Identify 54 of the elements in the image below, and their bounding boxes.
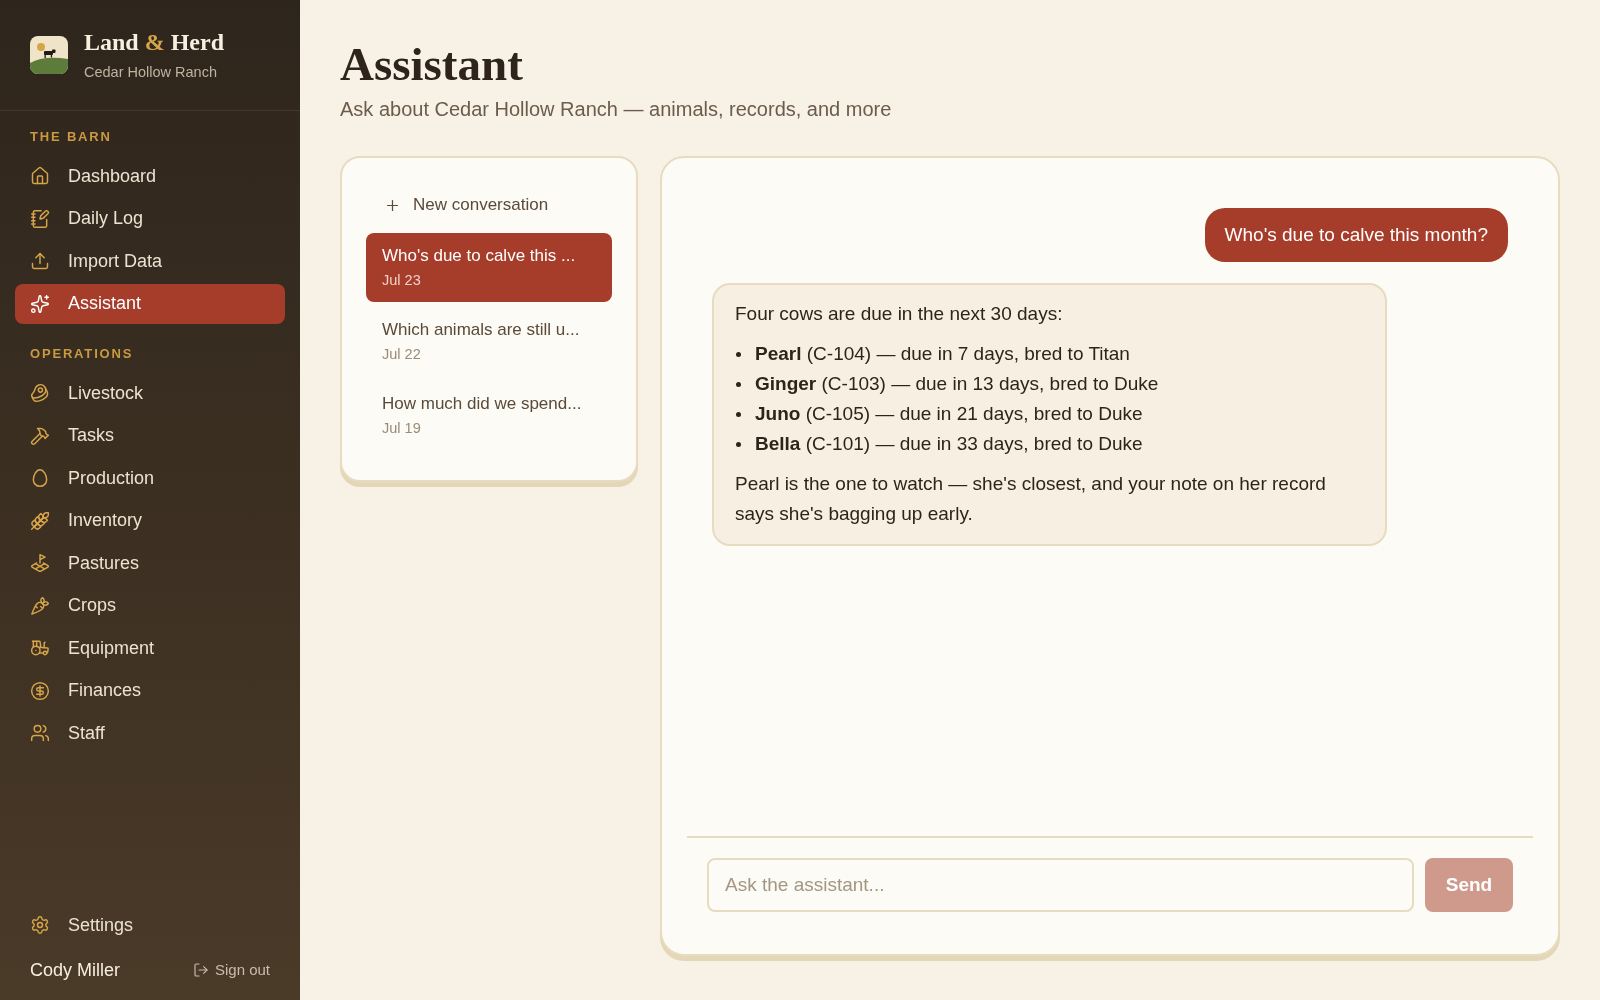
page-subtitle: Ask about Cedar Hollow Ranch — animals, records, and more	[340, 97, 893, 122]
sidebar-item[interactable]: Production	[15, 458, 285, 498]
brand-subtitle: Cedar Hollow Ranch	[84, 63, 218, 82]
conversation-item[interactable]: Who's due to calve this ... Jul 23	[366, 233, 612, 302]
hammer-icon	[30, 425, 50, 446]
message-text: Pearl is the one to watch — she's closest, and your note on her record says she's bagging up early.	[735, 472, 1327, 526]
bullet-icon	[736, 381, 741, 387]
sidebar-item[interactable]: Tasks	[15, 415, 285, 456]
sidebar-item[interactable]: Inventory	[15, 500, 285, 541]
carrot-icon	[30, 595, 50, 616]
sidebar-item[interactable]: Dashboard	[15, 156, 285, 196]
conversation-item[interactable]: Which animals are still u... Jul 22	[366, 307, 612, 376]
user-message-bubble: Who's due to calve this month?	[1204, 208, 1508, 262]
conversation-item[interactable]: How much did we spend... Jul 19	[366, 381, 612, 450]
dollar-coin-icon	[30, 680, 50, 701]
cow-landscape-icon	[30, 36, 68, 74]
bullet-text: Ginger (C-103) — due in 13 days, bred to Duke	[755, 372, 1159, 396]
sparkles-icon	[30, 293, 50, 314]
bullet-icon	[736, 441, 741, 447]
sidebar-item[interactable]: Assistant	[15, 283, 285, 324]
sign-out-icon	[192, 962, 209, 978]
brand-name: Land & Herd	[84, 28, 225, 56]
house-icon	[30, 166, 50, 186]
steak-icon	[30, 383, 50, 403]
sidebar-item[interactable]: Equipment	[15, 628, 285, 668]
sidebar-item[interactable]: Livestock	[15, 373, 285, 413]
new-conversation-button[interactable]: New conversation	[366, 185, 612, 225]
sidebar-item[interactable]: Crops	[15, 585, 285, 626]
sidebar-item[interactable]: Settings	[15, 905, 285, 945]
flag-plot-icon	[30, 553, 50, 573]
section-heading: THE BARN	[29, 129, 113, 145]
sidebar-item[interactable]: Daily Log	[15, 198, 285, 239]
egg-icon	[30, 468, 50, 488]
tractor-icon	[30, 638, 50, 658]
section-heading: OPERATIONS	[29, 346, 135, 362]
bullet-icon	[736, 411, 741, 417]
sidebar-item[interactable]: Staff	[15, 713, 285, 753]
message-text: Four cows are due in the next 30 days:	[735, 302, 1064, 326]
sidebar-item[interactable]: Finances	[15, 670, 285, 711]
sidebar-item[interactable]: Import Data	[15, 241, 285, 281]
sign-out-button[interactable]: Sign out	[192, 958, 270, 982]
page-title: Assistant	[340, 38, 524, 90]
message-input[interactable]: Ask the assistant...	[707, 858, 1414, 912]
wheat-icon	[30, 510, 50, 531]
bullet-text: Juno (C-105) — due in 21 days, bred to Duke	[755, 402, 1143, 426]
sidebar-item[interactable]: Pastures	[15, 543, 285, 583]
settings-icon	[30, 915, 50, 935]
bullet-text: Bella (C-101) — due in 33 days, bred to Duke	[755, 432, 1143, 456]
people-icon	[30, 723, 50, 743]
notebook-pen-icon	[30, 208, 50, 229]
bullet-text: Pearl (C-104) — due in 7 days, bred to Titan	[755, 342, 1130, 366]
upload-icon	[30, 251, 50, 271]
bullet-icon	[736, 351, 741, 357]
user-name: Cody Miller	[30, 958, 121, 982]
